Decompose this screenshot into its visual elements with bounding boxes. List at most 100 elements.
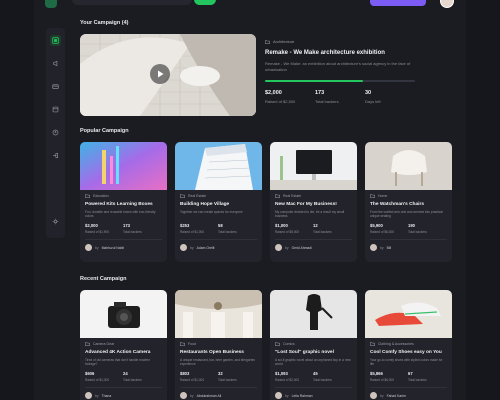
campaign-description: Together we can create spaces for everyo…: [180, 210, 243, 214]
raised-value: $253: [180, 223, 190, 228]
author-avatar: [275, 392, 282, 399]
author-name[interactable]: Bill: [387, 246, 392, 250]
backers-label: Total backers: [408, 230, 427, 234]
campaign-category-label: Home: [378, 194, 388, 198]
stat-label: Total backers: [315, 99, 339, 104]
backers-value: 12: [313, 223, 318, 228]
campaign-card-body: Camera Gear Advanced 4K Action Camera Tire…: [80, 338, 167, 399]
by-label: by: [190, 393, 194, 398]
campaign-title[interactable]: Powered Kits Learning Boxes: [85, 202, 162, 207]
raised-value: $1,000: [275, 223, 288, 228]
author-avatar: [275, 244, 282, 251]
recent-campaign-list: Camera Gear Advanced 4K Action Camera Tire…: [80, 290, 458, 400]
search-input[interactable]: [72, 0, 192, 5]
campaign-title[interactable]: Building Hope Village: [180, 202, 257, 207]
raised-label: Raised of $1,000: [180, 378, 205, 382]
campaign-card[interactable]: Clothing & Accessories Cool Comfy Shoes e…: [365, 290, 452, 400]
campaign-image[interactable]: [365, 142, 452, 190]
user-avatar[interactable]: [440, 0, 454, 8]
campaign-author: by Leila Rahman: [275, 392, 352, 399]
author-name[interactable]: Thana: [102, 394, 112, 398]
campaign-title[interactable]: Advanced 4K Action Camera: [85, 350, 162, 355]
campaign-raised: $253 Raised of $1,000: [180, 223, 218, 234]
campaign-card[interactable]: Food Restaurants Open Business A unique re…: [175, 290, 262, 400]
featured-stats: $2,000 Raised of $2,500 173 Total backer…: [265, 90, 415, 104]
play-icon: [157, 70, 163, 78]
campaign-category-label: Real Estate: [188, 194, 207, 198]
campaign-stats: $253 Raised of $1,000 58 Total backers: [180, 223, 257, 234]
author-name[interactable]: Abdulrahman Ali: [197, 394, 222, 398]
campaign-image[interactable]: [175, 142, 262, 190]
campaign-card[interactable]: Real Estate New Mac For My Business! My co…: [270, 142, 357, 262]
featured-campaign-card[interactable]: Architecture Remake - We Make architectu…: [80, 34, 458, 116]
campaign-image[interactable]: [270, 290, 357, 338]
raised-value: $1,093: [275, 371, 288, 376]
profile-icon[interactable]: [50, 127, 61, 138]
campaign-title[interactable]: "Lost Soul" graphic novel: [275, 350, 352, 355]
campaign-author: by Thana: [85, 392, 162, 399]
campaign-image[interactable]: [80, 142, 167, 190]
author-name[interactable]: Omid Ahmadi: [292, 246, 312, 250]
author-name[interactable]: Adam Orellt: [197, 246, 215, 250]
backers-label: Total backers: [218, 230, 237, 234]
theme-icon[interactable]: [50, 216, 61, 227]
campaign-card-body: Home The Watchman's Chairs From the crafte…: [365, 190, 452, 251]
campaign-title[interactable]: New Mac For My Business!: [275, 202, 352, 207]
backers-value: 45: [313, 371, 318, 376]
campaign-category: Home: [370, 194, 447, 198]
campaign-card[interactable]: Education Powered Kits Learning Boxes Fun,…: [80, 142, 167, 262]
popular-campaign-list: Education Powered Kits Learning Boxes Fun,…: [80, 142, 458, 262]
dashboard-icon[interactable]: [50, 35, 61, 46]
folder-icon: [85, 342, 90, 346]
featured-title[interactable]: Remake - We Make architecture exhibition: [265, 50, 455, 56]
campaign-category: Comics: [275, 342, 352, 346]
divider: [180, 387, 257, 388]
play-video-button[interactable]: [150, 64, 170, 84]
author-name[interactable]: Leila Rahman: [292, 394, 313, 398]
folder-icon: [275, 342, 280, 346]
campaign-image[interactable]: [365, 290, 452, 338]
by-label: by: [380, 393, 384, 398]
campaign-card[interactable]: Real Estate Building Hope Village Together…: [175, 142, 262, 262]
stat-value: $2,000: [265, 90, 282, 96]
campaign-image[interactable]: [175, 290, 262, 338]
campaign-category-label: Education: [93, 194, 109, 198]
campaign-title[interactable]: The Watchman's Chairs: [370, 202, 447, 207]
author-name[interactable]: Mahfuzul Nabil: [102, 246, 124, 250]
campaign-card[interactable]: Home The Watchman's Chairs From the crafte…: [365, 142, 452, 262]
campaign-backers: 45 Total backers: [313, 371, 351, 382]
search-button[interactable]: [194, 0, 216, 5]
campaign-card[interactable]: Camera Gear Advanced 4K Action Camera Tire…: [80, 290, 167, 400]
recent-campaign-heading: Recent Campaign: [80, 276, 127, 282]
raised-value: $803: [180, 371, 190, 376]
raised-label: Raised of $6,000: [370, 230, 395, 234]
start-campaign-button[interactable]: [370, 0, 426, 6]
campaign-raised: $5,866 Raised of $6,000: [370, 371, 408, 382]
payment-icon[interactable]: [50, 81, 61, 92]
sidebar: [46, 28, 65, 238]
backers-label: Total backers: [408, 378, 427, 382]
campaign-title[interactable]: Restaurants Open Business: [180, 350, 257, 355]
campaign-title[interactable]: Cool Comfy Shoes easy on You: [370, 350, 447, 355]
campaign-raised: $5,900 Raised of $6,000: [370, 223, 408, 234]
campaign-category: Real Estate: [180, 194, 257, 198]
author-name[interactable]: Fahad Karim: [387, 394, 406, 398]
campaign-card[interactable]: Comics "Lost Soul" graphic novel A sci-fi …: [270, 290, 357, 400]
campaign-backers: 12 Total backers: [313, 223, 351, 234]
folder-icon: [275, 194, 280, 198]
featured-campaign-image[interactable]: [80, 34, 256, 116]
logout-icon[interactable]: [50, 150, 61, 161]
campaign-image[interactable]: [270, 142, 357, 190]
campaign-description: Your go-to comfy shoes with stylish colo…: [370, 358, 443, 366]
campaign-image[interactable]: [80, 290, 167, 338]
backers-value: 173: [123, 223, 130, 228]
folder-icon: [180, 194, 185, 198]
campaign-author: by Adam Orellt: [180, 244, 257, 251]
campaign-icon[interactable]: [50, 58, 61, 69]
campaign-description: A unique restaurant, bar, beer garden, a…: [180, 358, 256, 366]
withdraw-icon[interactable]: [50, 104, 61, 115]
author-avatar: [370, 244, 377, 251]
campaign-raised: $1,093 Raised of $2,000: [275, 371, 313, 382]
backers-label: Total backers: [123, 378, 142, 382]
author-avatar: [370, 392, 377, 399]
